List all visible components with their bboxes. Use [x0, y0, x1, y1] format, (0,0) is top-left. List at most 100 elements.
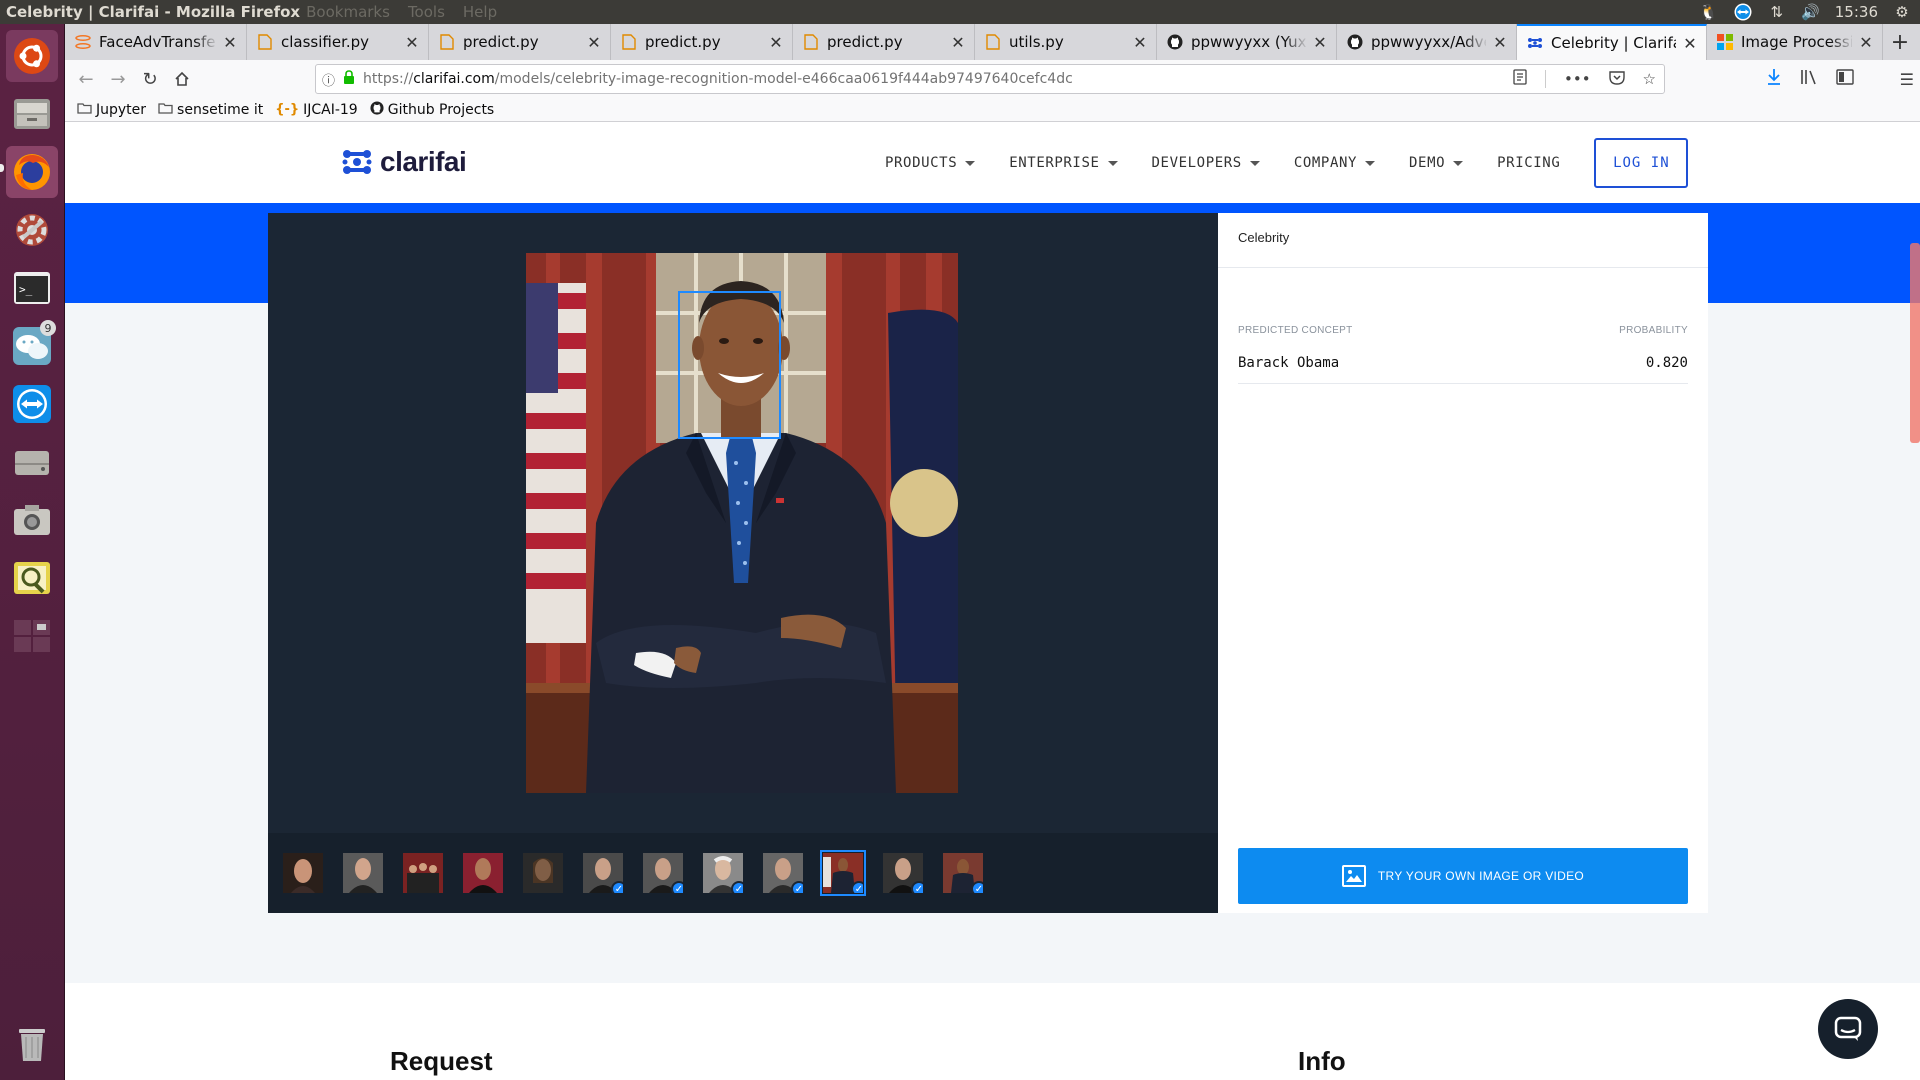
menu-bookmarks[interactable]: Bookmarks [306, 3, 390, 21]
tab-predict-py-2[interactable]: predict.py ✕ [611, 24, 793, 60]
sample-thumbnail[interactable] [403, 853, 443, 893]
penguin-icon[interactable]: 🐧 [1699, 2, 1719, 22]
url-text[interactable]: https://clarifai.com/models/celebrity-im… [363, 71, 1073, 87]
bookmark-ijcai[interactable]: {-} IJCAI-19 [275, 102, 358, 118]
secure-lock-icon[interactable] [343, 70, 355, 88]
nav-company[interactable]: COMPANY [1294, 155, 1376, 171]
new-tab-button[interactable]: + [1883, 24, 1917, 60]
nav-products[interactable]: PRODUCTS [885, 155, 976, 171]
home-icon[interactable] [167, 64, 197, 94]
close-tab-icon[interactable]: ✕ [1132, 33, 1148, 52]
files-icon[interactable] [6, 88, 58, 140]
try-own-image-button[interactable]: TRY YOUR OWN IMAGE OR VIDEO [1238, 848, 1688, 904]
folder-icon [158, 102, 173, 118]
bookmark-jupyter[interactable]: Jupyter [77, 102, 146, 118]
disk-drive-icon[interactable] [6, 436, 58, 488]
close-tab-icon[interactable]: ✕ [586, 33, 602, 52]
bookmark-sensetime[interactable]: sensetime it [158, 102, 263, 118]
wechat-unread-badge: 9 [40, 320, 56, 336]
tab-ppwwyyxx-repo[interactable]: ppwwyyxx/Adver ✕ [1337, 24, 1517, 60]
terminal-icon[interactable]: >_ [6, 262, 58, 314]
site-info-icon[interactable]: ⓘ [322, 70, 335, 89]
sample-thumbnail[interactable] [523, 853, 563, 893]
close-tab-icon[interactable]: ✕ [1492, 33, 1508, 52]
sample-thumbnail[interactable]: ✓ [763, 853, 803, 893]
site-header: clarifai PRODUCTS ENTERPRISE DEVELOPERS … [65, 123, 1920, 203]
teamviewer-icon[interactable] [6, 378, 58, 430]
close-tab-icon[interactable]: ✕ [1858, 33, 1874, 52]
workspace-switcher-icon[interactable] [6, 610, 58, 662]
close-tab-icon[interactable]: ✕ [950, 33, 966, 52]
nav-developers[interactable]: DEVELOPERS [1152, 155, 1260, 171]
system-settings-icon[interactable] [6, 204, 58, 256]
chevron-down-icon [1249, 160, 1260, 166]
tab-label: predict.py [827, 33, 903, 51]
image-viewer-icon[interactable] [6, 552, 58, 604]
tab-classifier-py[interactable]: classifier.py ✕ [247, 24, 429, 60]
downloads-icon[interactable] [1766, 68, 1782, 90]
close-tab-icon[interactable]: ✕ [1682, 34, 1698, 53]
sample-thumbnail-selected[interactable]: ✓ [820, 850, 866, 896]
nav-demo[interactable]: DEMO [1409, 155, 1464, 171]
sample-thumbnail[interactable]: ✓ [883, 853, 923, 893]
file-icon [621, 34, 637, 50]
tab-ppwwyyxx-profile[interactable]: ppwwyyxx (Yuxin ✕ [1157, 24, 1337, 60]
sample-thumbnail[interactable]: ✓ [583, 853, 623, 893]
sample-thumbnail[interactable] [283, 853, 323, 893]
nav-enterprise[interactable]: ENTERPRISE [1009, 155, 1118, 171]
chat-launcher-button[interactable] [1818, 999, 1878, 1059]
login-button[interactable]: LOG IN [1594, 138, 1689, 188]
menu-tools[interactable]: Tools [408, 3, 445, 21]
clarifai-logo[interactable]: clarifai [342, 144, 467, 180]
sample-thumbnail[interactable] [343, 853, 383, 893]
library-icon[interactable] [1800, 69, 1818, 89]
tab-faceadvtransfer[interactable]: FaceAdvTransfer/ ✕ [65, 24, 247, 60]
forward-arrow-icon[interactable]: → [103, 64, 133, 94]
firefox-icon[interactable] [6, 146, 58, 198]
url-bar[interactable]: ⓘ https://clarifai.com/models/celebrity-… [315, 64, 1665, 94]
file-icon [803, 34, 819, 50]
wechat-icon[interactable]: 9 [6, 320, 58, 372]
reader-view-icon[interactable] [1513, 69, 1527, 89]
sample-thumbnail[interactable]: ✓ [703, 853, 743, 893]
bookmark-star-icon[interactable]: ☆ [1643, 70, 1656, 88]
close-tab-icon[interactable]: ✕ [222, 33, 238, 52]
tab-predict-py-3[interactable]: predict.py ✕ [793, 24, 975, 60]
reload-icon[interactable]: ↻ [135, 64, 165, 94]
teamviewer-tray-icon[interactable] [1733, 2, 1753, 22]
hamburger-menu-icon[interactable]: ☰ [1900, 70, 1914, 89]
sample-thumbnail-strip: ✓ ✓ ✓ ✓ ✓ ✓ ✓ [268, 833, 1218, 913]
settings-gear-icon[interactable]: ⚙ [1892, 2, 1912, 22]
tab-label: utils.py [1009, 33, 1064, 51]
ubuntu-dash-icon[interactable] [6, 30, 58, 82]
prediction-row[interactable]: Barack Obama 0.820 [1238, 348, 1688, 384]
tab-celebrity-clarifai[interactable]: Celebrity | Clarifai ✕ [1517, 24, 1707, 60]
system-top-panel: Celebrity | Clarifai - Mozilla Firefox B… [0, 0, 1920, 24]
menu-help[interactable]: Help [463, 3, 497, 21]
volume-icon[interactable]: 🔊 [1801, 2, 1821, 22]
tab-image-processing[interactable]: Image Processing ✕ [1707, 24, 1883, 60]
trash-icon[interactable] [6, 1018, 58, 1070]
sidebar-toggle-icon[interactable] [1835, 69, 1854, 89]
close-tab-icon[interactable]: ✕ [1312, 33, 1328, 52]
sample-thumbnail[interactable]: ✓ [943, 853, 983, 893]
clock[interactable]: 15:36 [1835, 3, 1878, 21]
close-tab-icon[interactable]: ✕ [768, 33, 784, 52]
tab-predict-py-1[interactable]: predict.py ✕ [429, 24, 611, 60]
nav-pricing[interactable]: PRICING [1497, 155, 1560, 171]
model-demo-panel: ✓ ✓ ✓ ✓ ✓ ✓ ✓ Celebrity PREDICTED CONCEP… [268, 213, 1708, 913]
bookmark-github-projects[interactable]: Github Projects [370, 100, 494, 119]
sample-thumbnail[interactable] [463, 853, 503, 893]
face-detection-box[interactable] [678, 291, 781, 439]
screenshot-camera-icon[interactable] [6, 494, 58, 546]
close-tab-icon[interactable]: ✕ [404, 33, 420, 52]
sample-thumbnail[interactable]: ✓ [643, 853, 683, 893]
page-scrollbar[interactable] [1910, 243, 1920, 443]
back-arrow-icon[interactable]: ← [71, 64, 101, 94]
page-actions-icon[interactable]: ••• [1564, 70, 1591, 88]
pocket-icon[interactable] [1608, 70, 1625, 89]
nav-label: DEVELOPERS [1151, 155, 1242, 171]
network-icon[interactable]: ⇅ [1767, 2, 1787, 22]
clarifai-icon [1527, 35, 1543, 51]
tab-utils-py[interactable]: utils.py ✕ [975, 24, 1157, 60]
